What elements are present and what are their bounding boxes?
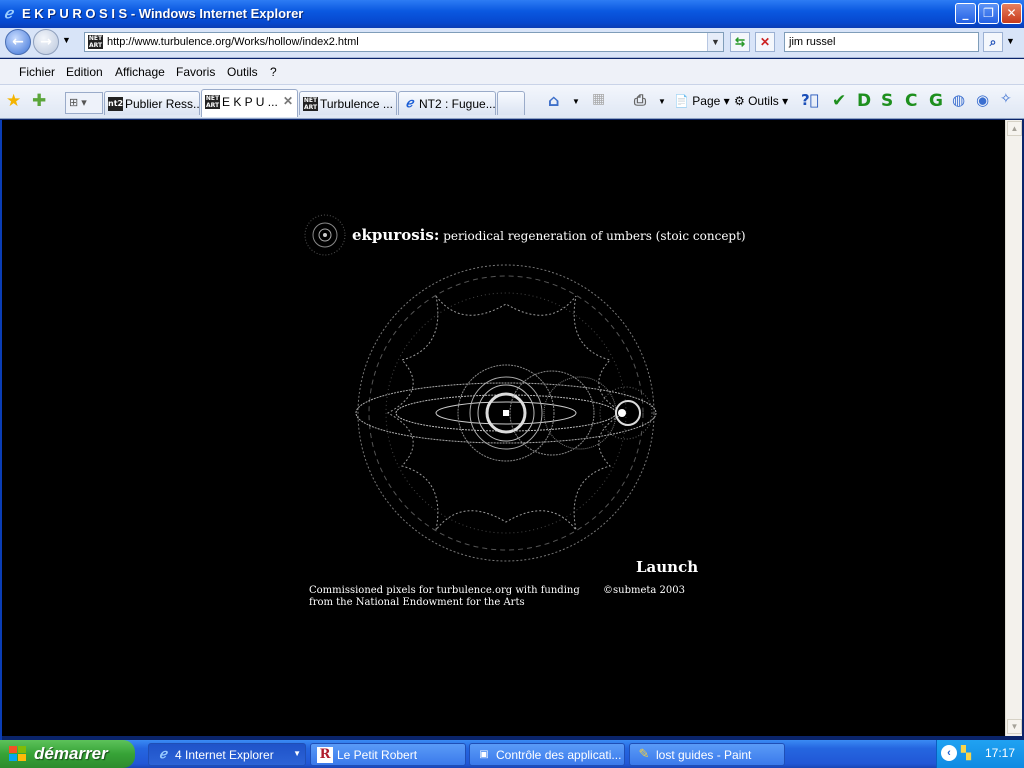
address-field[interactable]: NET ART http://www.turbulence.org/Works/h… [84, 32, 724, 52]
credits-line-1: Commissioned pixels for turbulence.org w… [309, 585, 580, 596]
globe-icon[interactable]: ◍ [952, 91, 965, 109]
toolbar-letter-d[interactable]: D [857, 91, 871, 111]
print-icon[interactable]: ⎙ [634, 91, 646, 109]
tools-menu-button[interactable]: ⚙ Outils ▾ [734, 94, 788, 108]
task-internet-explorer[interactable]: ℯ 4 Internet Explorer ▼ [148, 743, 306, 766]
tab-label: NT2 : Fugue... [419, 97, 496, 111]
tab-publier[interactable]: nt2 Publier Ress... [104, 91, 200, 115]
start-button[interactable]: démarrer [0, 740, 135, 768]
url-text: http://www.turbulence.org/Works/hollow/i… [107, 36, 359, 48]
robert-icon: R [317, 747, 333, 763]
group-dropdown-icon[interactable]: ▼ [293, 749, 301, 758]
back-button[interactable]: ← [5, 29, 31, 55]
scroll-up-icon[interactable]: ▲ [1007, 121, 1022, 136]
check-icon[interactable]: ✔ [832, 91, 846, 111]
ie-icon: ℯ [405, 96, 414, 111]
history-dropdown-icon[interactable]: ▼ [62, 35, 71, 45]
menu-bar: Fichier Edition Affichage Favoris Outils… [0, 59, 1024, 85]
task-paint[interactable]: ✎ lost guides - Paint [629, 743, 785, 766]
stop-button[interactable]: ✕ [755, 32, 775, 52]
windows-flag-icon [9, 746, 26, 761]
menu-affichage[interactable]: Affichage [115, 65, 165, 79]
task-label: Contrôle des applicati... [496, 748, 622, 762]
quick-tabs-button[interactable]: ⊞ ▾ [65, 92, 103, 114]
refresh-button[interactable]: ⇆ [730, 32, 750, 52]
task-app-control[interactable]: ▣ Contrôle des applicati... [469, 743, 625, 766]
add-favorite-icon[interactable]: ✚ [32, 91, 46, 111]
ie-icon: ℯ [159, 747, 167, 762]
minimize-button[interactable]: _ [955, 3, 976, 24]
clock[interactable]: 17:17 [985, 746, 1015, 760]
address-bar: ← → ▼ NET ART http://www.turbulence.org/W… [0, 28, 1024, 58]
menu-edition[interactable]: Edition [66, 65, 103, 79]
task-label: 4 Internet Explorer [175, 748, 274, 762]
menu-favoris[interactable]: Favoris [176, 65, 215, 79]
tools-extra-icon[interactable]: ✧ [1000, 91, 1012, 107]
new-tab-button[interactable] [497, 91, 525, 115]
show-hidden-icons-icon[interactable]: ‹ [941, 745, 957, 761]
title-bold: ekpurosis: [352, 226, 440, 244]
menu-outils[interactable]: Outils [227, 65, 258, 79]
start-label: démarrer [34, 744, 108, 763]
tab-label: Publier Ress... [125, 97, 200, 111]
task-petit-robert[interactable]: R Le Petit Robert [310, 743, 466, 766]
web-content: ekpurosis: periodical regeneration of um… [2, 120, 1005, 736]
menu-help[interactable]: ? [270, 65, 277, 79]
rss-feed-icon[interactable]: ▦ [592, 91, 605, 107]
title-rest: periodical regeneration of umbers (stoic… [439, 229, 746, 243]
search-options-icon[interactable]: ▼ [1006, 36, 1015, 46]
print-dropdown-icon[interactable]: ▼ [658, 97, 666, 106]
paint-icon: ✎ [638, 747, 650, 762]
tab-label: E K P U ... [222, 95, 278, 109]
search-icon[interactable]: ⌕ [983, 32, 1003, 52]
tab-nt2-fugue[interactable]: ℯ NT2 : Fugue... [398, 91, 496, 115]
maximize-button[interactable]: ❐ [978, 3, 999, 24]
app-control-icon: ▣ [479, 749, 489, 760]
scroll-down-icon[interactable]: ▼ [1007, 719, 1022, 734]
address-dropdown-icon[interactable]: ▼ [707, 33, 723, 51]
page-icon: NET ART [88, 35, 103, 49]
search-value: jim russel [789, 36, 836, 48]
tools-label: Outils [748, 94, 779, 108]
tab-turbulence[interactable]: NET ART Turbulence ... [299, 91, 397, 115]
page-menu-button[interactable]: 📄 Page ▾ [674, 94, 730, 108]
credits-line-2: from the National Endowment for the Arts [309, 597, 525, 608]
network-icon[interactable]: ▚ [961, 745, 971, 761]
netart-icon: NET ART [303, 97, 318, 111]
task-label: Le Petit Robert [337, 748, 418, 762]
home-dropdown-icon[interactable]: ▼ [572, 97, 580, 106]
close-tab-icon[interactable]: ✕ [283, 94, 293, 108]
netart-icon: NET ART [205, 95, 220, 109]
emblem-icon [304, 214, 346, 256]
tab-bar: ★ ✚ ⊞ ▾ nt2 Publier Ress... NET ART E K P… [0, 85, 1024, 119]
task-label: lost guides - Paint [656, 748, 752, 762]
toolbar-letter-c[interactable]: C [905, 91, 917, 111]
launch-link[interactable]: Launch [636, 558, 698, 576]
favorites-star-icon[interactable]: ★ [6, 91, 21, 111]
help-icon[interactable]: ?⃝ [801, 91, 819, 109]
vertical-scrollbar[interactable]: ▲ ▼ [1005, 120, 1022, 736]
tab-ekpurosis[interactable]: NET ART E K P U ... ✕ [201, 89, 298, 117]
page-label: Page [692, 94, 721, 108]
world-icon[interactable]: ◉ [976, 91, 989, 109]
orbital-artwork[interactable] [342, 260, 672, 570]
close-button[interactable]: ✕ [1001, 3, 1022, 24]
tab-label: Turbulence ... [320, 97, 393, 111]
taskbar: démarrer ℯ 4 Internet Explorer ▼ R Le Pe… [0, 740, 1024, 768]
toolbar-letter-g[interactable]: G [929, 91, 943, 111]
ie-window: ℯ E K P U R O S I S - Windows Internet E… [0, 0, 1024, 740]
copyright: ©submeta 2003 [603, 585, 685, 596]
search-input[interactable]: jim russel [784, 32, 979, 52]
forward-button[interactable]: → [33, 29, 59, 55]
credits: Commissioned pixels for turbulence.org w… [309, 585, 580, 609]
ie-icon: ℯ [4, 4, 13, 22]
title-bar: ℯ E K P U R O S I S - Windows Internet E… [0, 0, 1024, 28]
home-icon[interactable]: ⌂ [548, 91, 559, 110]
nt2-icon: nt2 [108, 97, 123, 111]
menu-fichier[interactable]: Fichier [19, 65, 55, 79]
page-title: ekpurosis: periodical regeneration of um… [352, 226, 746, 244]
system-tray: ‹ ▚ 17:17 [936, 740, 1024, 768]
window-title: E K P U R O S I S - Windows Internet Exp… [22, 6, 304, 21]
toolbar-letter-s[interactable]: S [881, 91, 893, 111]
